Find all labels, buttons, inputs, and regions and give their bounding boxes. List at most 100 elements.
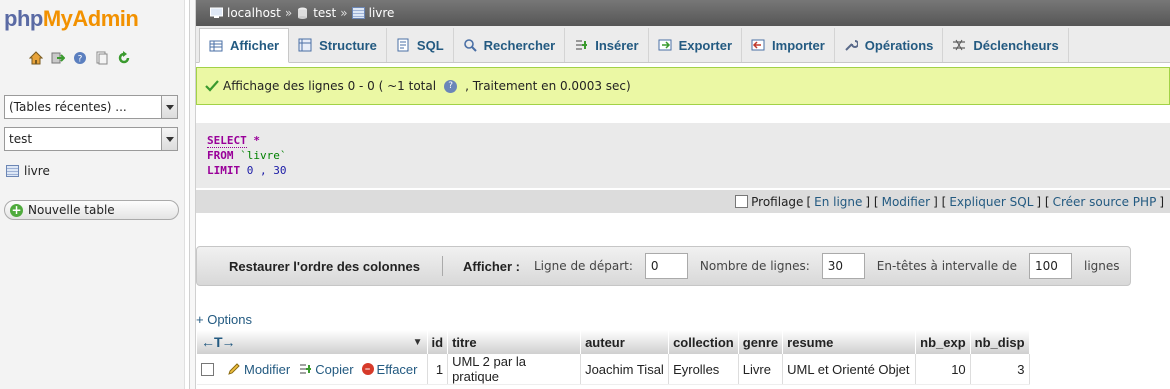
table-icon — [351, 7, 365, 19]
cell-nb-disp[interactable]: 3 — [970, 354, 1030, 385]
sql-limit-values: 0 , 30 — [240, 164, 287, 177]
headers-interval-input[interactable]: 100 — [1029, 253, 1072, 279]
edit-query-link[interactable]: Modifier — [882, 195, 931, 209]
help-icon[interactable]: ? — [444, 79, 458, 93]
browse-icon — [209, 40, 223, 51]
column-header-id[interactable]: id — [427, 330, 449, 354]
database-icon — [298, 7, 308, 19]
navigation-panel: phpMyAdmin ? (Tables récentes) ... test … — [0, 0, 185, 389]
check-icon — [205, 80, 219, 92]
start-row-input[interactable]: 0 — [644, 253, 688, 279]
cell-nb-exp[interactable]: 10 — [915, 354, 971, 385]
tab-bar: Afficher Structure SQL Rechercher Insére… — [196, 26, 1170, 63]
search-icon — [463, 39, 477, 52]
explain-sql-link[interactable]: Expliquer SQL — [949, 195, 1033, 209]
svg-text:?: ? — [78, 55, 83, 65]
export-icon — [658, 39, 672, 51]
sql-icon — [397, 38, 409, 52]
tab-sql[interactable]: SQL — [387, 28, 454, 62]
headers-interval-label: En-têtes à intervalle de — [876, 259, 1017, 273]
cell-genre[interactable]: Livre — [738, 354, 784, 385]
message-text-2: , Traitement en 0.0003 sec) — [465, 79, 631, 93]
tab-import[interactable]: Importer — [742, 28, 835, 62]
cell-id[interactable]: 1 — [427, 354, 449, 385]
results-navigation-bar: Restaurer l'ordre des colonnes Afficher … — [196, 246, 1131, 286]
tab-search[interactable]: Rechercher — [454, 28, 566, 62]
column-header-titre[interactable]: titre — [447, 330, 582, 354]
message-text: Affichage des lignes 0 - 0 ( ~1 total — [223, 79, 437, 93]
pane-divider[interactable] — [189, 0, 196, 389]
delete-icon: − — [361, 363, 374, 375]
column-arrows-icon[interactable]: ←T→ — [201, 334, 236, 350]
success-message: Affichage des lignes 0 - 0 ( ~1 total ? … — [196, 67, 1170, 105]
pencil-icon — [228, 363, 240, 375]
tab-structure[interactable]: Structure — [289, 28, 387, 62]
inline-edit-link[interactable]: En ligne — [814, 195, 862, 209]
sidebar-item-label: livre — [24, 164, 50, 178]
breadcrumb: localhost » test » livre — [196, 0, 1170, 26]
row-actions: Modifier Copier − Effacer — [197, 354, 428, 385]
server-icon — [210, 7, 223, 18]
help-icon[interactable]: ? — [72, 50, 88, 66]
row-checkbox[interactable] — [201, 362, 214, 376]
phpmyadmin-logo[interactable]: phpMyAdmin — [4, 6, 139, 32]
tab-insert[interactable]: Insérer — [565, 28, 649, 62]
structure-icon — [298, 38, 312, 52]
column-control-header: ←T→ ▼ — [197, 330, 428, 354]
home-icon[interactable] — [28, 50, 44, 66]
sidebar-item-livre[interactable]: livre — [6, 164, 50, 178]
edit-row-button[interactable]: Modifier — [227, 362, 290, 377]
cell-resume[interactable]: UML et Orienté Objet — [782, 354, 917, 385]
profiling-label: Profilage — [751, 194, 804, 209]
sql-table-name: `livre` — [233, 149, 287, 162]
delete-row-button[interactable]: − Effacer — [361, 362, 418, 377]
column-header-genre[interactable]: genre — [738, 330, 784, 354]
table-header-row: ←T→ ▼ id titre auteur collection genre r… — [197, 330, 1030, 354]
column-header-nb-disp[interactable]: nb_disp — [970, 330, 1030, 354]
breadcrumb-table[interactable]: livre — [369, 6, 395, 20]
copy-row-button[interactable]: Copier — [298, 362, 354, 377]
database-select[interactable]: test — [4, 127, 178, 151]
import-icon — [751, 39, 765, 51]
create-php-link[interactable]: Créer source PHP — [1053, 195, 1157, 209]
column-header-collection[interactable]: collection — [668, 330, 739, 354]
rows-suffix-label: lignes — [1084, 259, 1120, 273]
breadcrumb-server[interactable]: localhost — [227, 6, 281, 20]
add-icon: + — [10, 202, 23, 217]
chevron-down-icon[interactable] — [161, 128, 177, 150]
sql-keyword-from: FROM — [207, 149, 234, 162]
recent-tables-select[interactable]: (Tables récentes) ... — [4, 95, 178, 119]
sql-keyword-limit: LIMIT — [207, 164, 241, 177]
cell-collection[interactable]: Eyrolles — [668, 354, 739, 385]
breadcrumb-database[interactable]: test — [313, 6, 336, 20]
tab-export[interactable]: Exporter — [649, 28, 743, 62]
insert-icon — [576, 40, 588, 50]
column-header-resume[interactable]: resume — [782, 330, 917, 354]
new-table-button[interactable]: + Nouvelle table — [4, 200, 179, 220]
chevron-down-icon[interactable]: ▼ — [413, 337, 423, 348]
sql-query-box[interactable]: SELECT * FROM `livre` LIMIT 0 , 30 — [196, 123, 1170, 188]
cell-titre[interactable]: UML 2 par la pratique — [447, 354, 582, 385]
start-row-label: Ligne de départ: — [534, 259, 633, 273]
column-header-nb-exp[interactable]: nb_exp — [915, 330, 971, 354]
restore-column-order-button[interactable]: Restaurer l'ordre des colonnes — [197, 256, 443, 276]
chevron-down-icon[interactable] — [161, 96, 177, 118]
sql-star: * — [246, 134, 260, 147]
cell-auteur[interactable]: Joachim Tisal — [580, 354, 670, 385]
options-link[interactable]: + Options — [196, 312, 252, 327]
tab-operations[interactable]: Opérations — [835, 28, 944, 62]
show-label: Afficher : — [462, 258, 520, 274]
rows-count-input[interactable]: 30 — [821, 253, 865, 279]
profiling-checkbox[interactable] — [735, 195, 749, 208]
reload-icon[interactable] — [116, 50, 132, 66]
docs-icon[interactable] — [94, 50, 110, 66]
exit-icon[interactable] — [50, 50, 66, 66]
tab-triggers[interactable]: Déclencheurs — [943, 28, 1069, 62]
nav-icons: ? — [28, 50, 132, 66]
table-icon — [6, 165, 19, 177]
triggers-icon — [953, 39, 966, 51]
sql-keyword-select: SELECT — [207, 134, 247, 148]
column-header-auteur[interactable]: auteur — [580, 330, 670, 354]
tab-browse[interactable]: Afficher — [199, 28, 290, 63]
sql-links-bar: Profilage [En ligne] [Modifier] [Expliqu… — [196, 190, 1170, 213]
